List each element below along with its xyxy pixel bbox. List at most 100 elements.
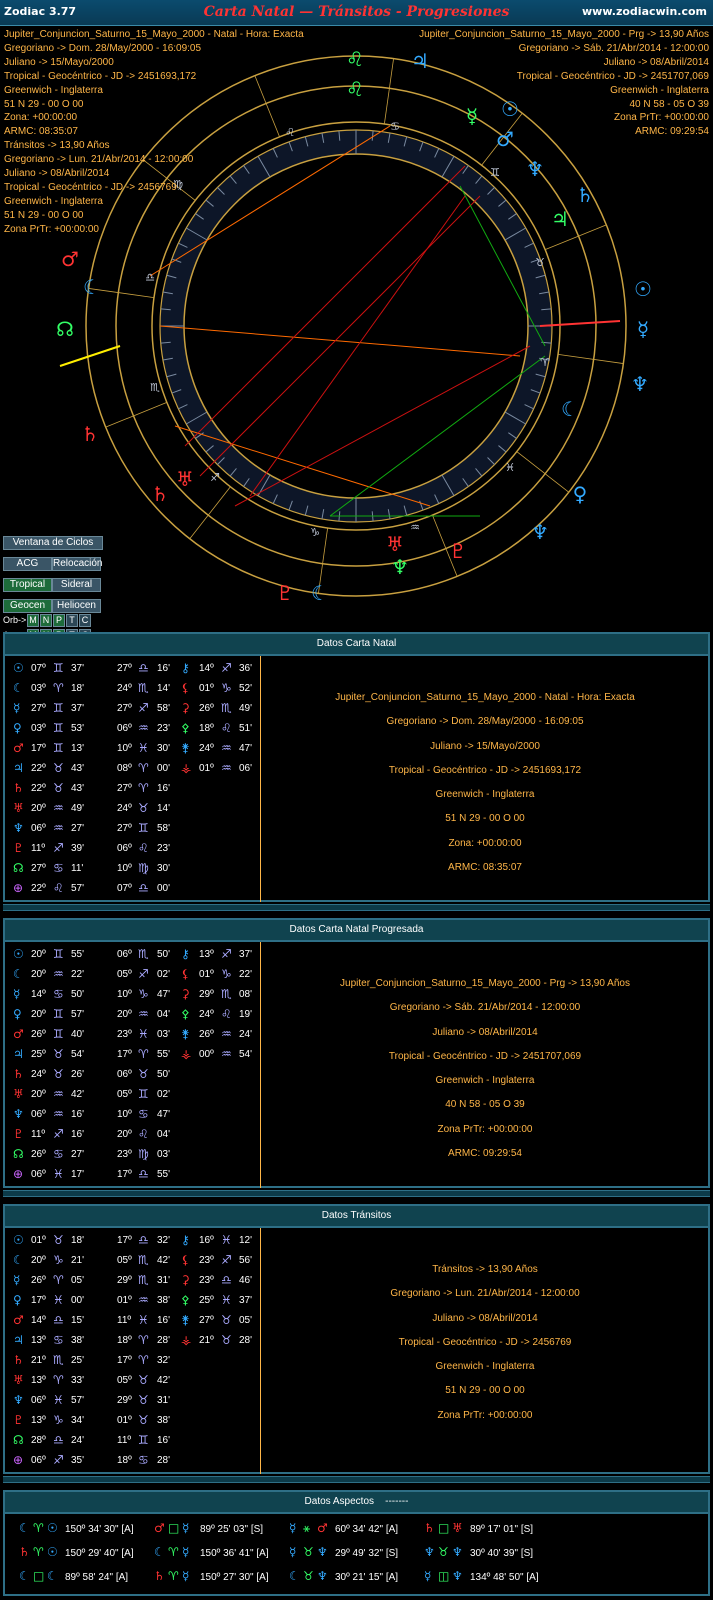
- cell: ⚳: [181, 987, 190, 1001]
- cell: 38': [157, 1415, 171, 1426]
- cell: ♉: [138, 801, 149, 815]
- cell: ♉: [221, 1333, 232, 1347]
- aspect-cell: 89º 58' 24" [A]: [65, 1572, 129, 1583]
- cell: 20º: [31, 1255, 46, 1266]
- cell: 01º: [31, 1235, 46, 1246]
- aspect-cell: 29º 49' 32" [S]: [335, 1548, 399, 1559]
- aspect-cell: ⚹: [303, 1521, 311, 1535]
- aspect-cell: ♆: [317, 1545, 328, 1559]
- aspect-cell: 150º 34' 30" [A]: [65, 1524, 134, 1535]
- planet-glyph: ☿: [637, 317, 649, 341]
- planet-row: ☿ 26º ♈ 05' 29º ♏ 31' ⚳ 23º ♎ 46': [5, 1272, 261, 1292]
- cell: ♏: [138, 1273, 149, 1287]
- cell: ♀: [13, 721, 22, 735]
- cell: 18º: [199, 723, 214, 734]
- cell: 51': [239, 723, 253, 734]
- ventana-ciclos-button[interactable]: Ventana de Ciclos: [3, 536, 103, 550]
- cell: ♆: [13, 1393, 24, 1407]
- sideral-button[interactable]: Sideral: [52, 578, 101, 592]
- zodiac-sign: ♓: [505, 461, 515, 474]
- aspects-panel: Datos Aspectos ------- ☾ ♈ ☉ 150º 34' 30" […: [3, 1490, 710, 1596]
- cell: 23': [157, 723, 171, 734]
- acg-button[interactable]: ACG: [3, 557, 52, 571]
- aspect-cell: 89º 25' 03" [S]: [200, 1524, 264, 1535]
- aspect-item: ♄ ♈ ☉ 150º 29' 40" [A]: [19, 1544, 159, 1566]
- planet-row: ⊕ 06º ♐ 35' 18º ♋ 28': [5, 1452, 261, 1472]
- zodiac-sign: ♑: [310, 526, 320, 539]
- orb-toggle-n[interactable]: N: [40, 614, 52, 627]
- cell: 27º: [31, 863, 46, 874]
- data-info-line: Gregoriano -> Lun. 21/Abr/2014 - 12:00:0…: [390, 1288, 580, 1300]
- data-info-line: Tropical - Geocéntrico - JD -> 2456769: [398, 1336, 572, 1348]
- cell: ♇: [13, 841, 24, 855]
- cell: ♌: [138, 841, 149, 855]
- heliocen-button[interactable]: Heliocen: [52, 599, 101, 613]
- cell: ☾: [13, 681, 24, 695]
- cell: 28º: [31, 1435, 46, 1446]
- cell: ⚴: [181, 1293, 190, 1307]
- cell: 38': [71, 1335, 85, 1346]
- orb-toggle-m[interactable]: M: [27, 614, 39, 627]
- cell: ♂: [13, 1027, 24, 1041]
- cell: ⚷: [181, 661, 190, 675]
- cell: ♐: [53, 841, 64, 855]
- cell: 40': [71, 1029, 85, 1040]
- cell: 27º: [117, 663, 132, 674]
- chart-info-left-line: Greenwich - Inglaterra: [4, 84, 103, 96]
- cell: ☿: [13, 701, 21, 715]
- aspect-cell: ♉: [438, 1545, 449, 1559]
- cell: ♐: [221, 947, 232, 961]
- cell: ♄: [13, 1353, 24, 1367]
- cell: ♒: [138, 721, 149, 735]
- cell: 16': [157, 1315, 171, 1326]
- cell: ♑: [53, 1253, 64, 1267]
- aspect-cell: ☿: [182, 1521, 190, 1535]
- cell: ⊕: [13, 1453, 24, 1467]
- cell: 21º: [31, 1355, 46, 1366]
- cell: 11º: [31, 1129, 46, 1140]
- orb-toggle-t[interactable]: T: [66, 614, 78, 627]
- cell: 30': [157, 743, 171, 754]
- cell: 26º: [31, 1275, 46, 1286]
- separator: [3, 904, 710, 911]
- cell: 20º: [31, 1009, 46, 1020]
- zodiac-sign: ♊: [490, 166, 500, 179]
- cell: ♆: [13, 821, 24, 835]
- aspect-cell: ♆: [424, 1545, 435, 1559]
- cell: ♒: [138, 1293, 149, 1307]
- cell: 33': [71, 1375, 85, 1386]
- house-cusp: [557, 353, 624, 364]
- orb-toggle-p[interactable]: P: [53, 614, 65, 627]
- data-info-line: 51 N 29 - 00 O 00: [445, 1385, 525, 1397]
- cell: 37': [239, 949, 253, 960]
- cell: ⚸: [181, 967, 190, 981]
- planet-glyph: ♌: [346, 47, 364, 71]
- cell: ☉: [13, 947, 24, 961]
- cell: 02': [157, 969, 171, 980]
- cell: 17': [71, 1169, 85, 1180]
- cell: ♊: [138, 1087, 149, 1101]
- orb-toggle-c[interactable]: C: [79, 614, 91, 627]
- chart-info-left-line: Tropical - Geocéntrico - JD -> 2456769: [4, 181, 177, 193]
- cell: ♓: [53, 1393, 64, 1407]
- cell: ♓: [138, 1027, 149, 1041]
- cell: ♓: [221, 1233, 232, 1247]
- planet-row: ☿ 27º ♊ 37' 27º ♐ 58' ⚳ 26º ♏ 49': [5, 700, 261, 720]
- cell: ♑: [53, 1413, 64, 1427]
- planet-row: ♇ 11º ♐ 39' 06º ♌ 23': [5, 840, 261, 860]
- cell: 47': [157, 989, 171, 1000]
- tropical-button[interactable]: Tropical: [3, 578, 52, 592]
- cell: 22': [71, 969, 85, 980]
- house-cusp: [516, 451, 570, 493]
- relocacion-button[interactable]: Relocación: [52, 557, 102, 571]
- geocen-button[interactable]: Geocen: [3, 599, 52, 613]
- planet-row: ♆ 06º ♒ 27' 27º ♊ 58': [5, 820, 261, 840]
- cell: ♏: [138, 1253, 149, 1267]
- cell: ♉: [221, 1313, 232, 1327]
- data-info-line: Juliano -> 15/Mayo/2000: [430, 740, 540, 752]
- aspect-cell: ♅: [452, 1521, 463, 1535]
- cell: ♌: [53, 881, 64, 895]
- website-url[interactable]: www.zodiacwin.com: [582, 5, 707, 18]
- cell: 24º: [199, 1009, 214, 1020]
- cell: 10º: [117, 989, 132, 1000]
